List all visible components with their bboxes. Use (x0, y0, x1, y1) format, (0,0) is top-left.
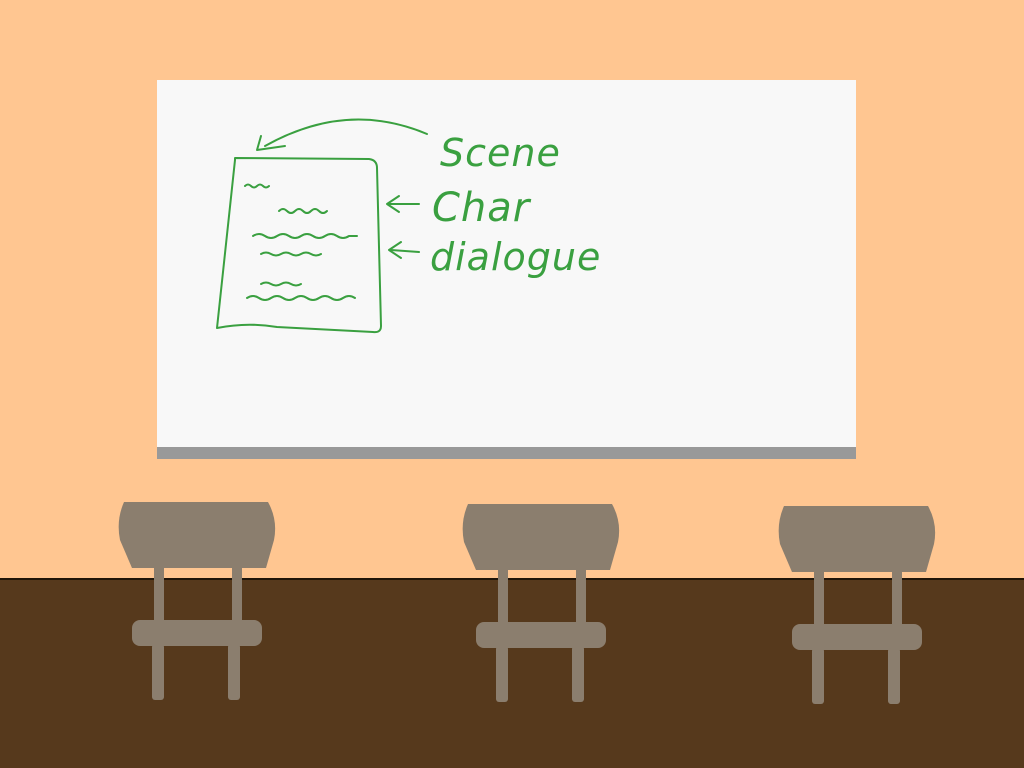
scribble-line (260, 281, 302, 287)
scene-arrow (264, 118, 428, 147)
chair-center-shape (462, 504, 620, 702)
whiteboard-tray (157, 447, 856, 459)
scribble-line (278, 208, 328, 214)
chair-left-shape (118, 502, 276, 700)
scribble-line (252, 233, 358, 239)
scribble-line (246, 295, 356, 301)
chair-right-shape (778, 506, 936, 704)
scribble-line (244, 183, 270, 189)
label-char: Char (432, 185, 531, 231)
chair-left[interactable] (118, 500, 278, 710)
label-scene: Scene (440, 131, 561, 175)
scribble-line (260, 251, 322, 257)
dialogue-arrow (390, 249, 420, 253)
chair-right[interactable] (778, 504, 938, 714)
classroom-scene: Scene Char dialogue (0, 0, 1024, 768)
chair-center[interactable] (462, 502, 622, 712)
label-dialogue: dialogue (430, 235, 602, 279)
script-page-sketch (216, 157, 382, 334)
